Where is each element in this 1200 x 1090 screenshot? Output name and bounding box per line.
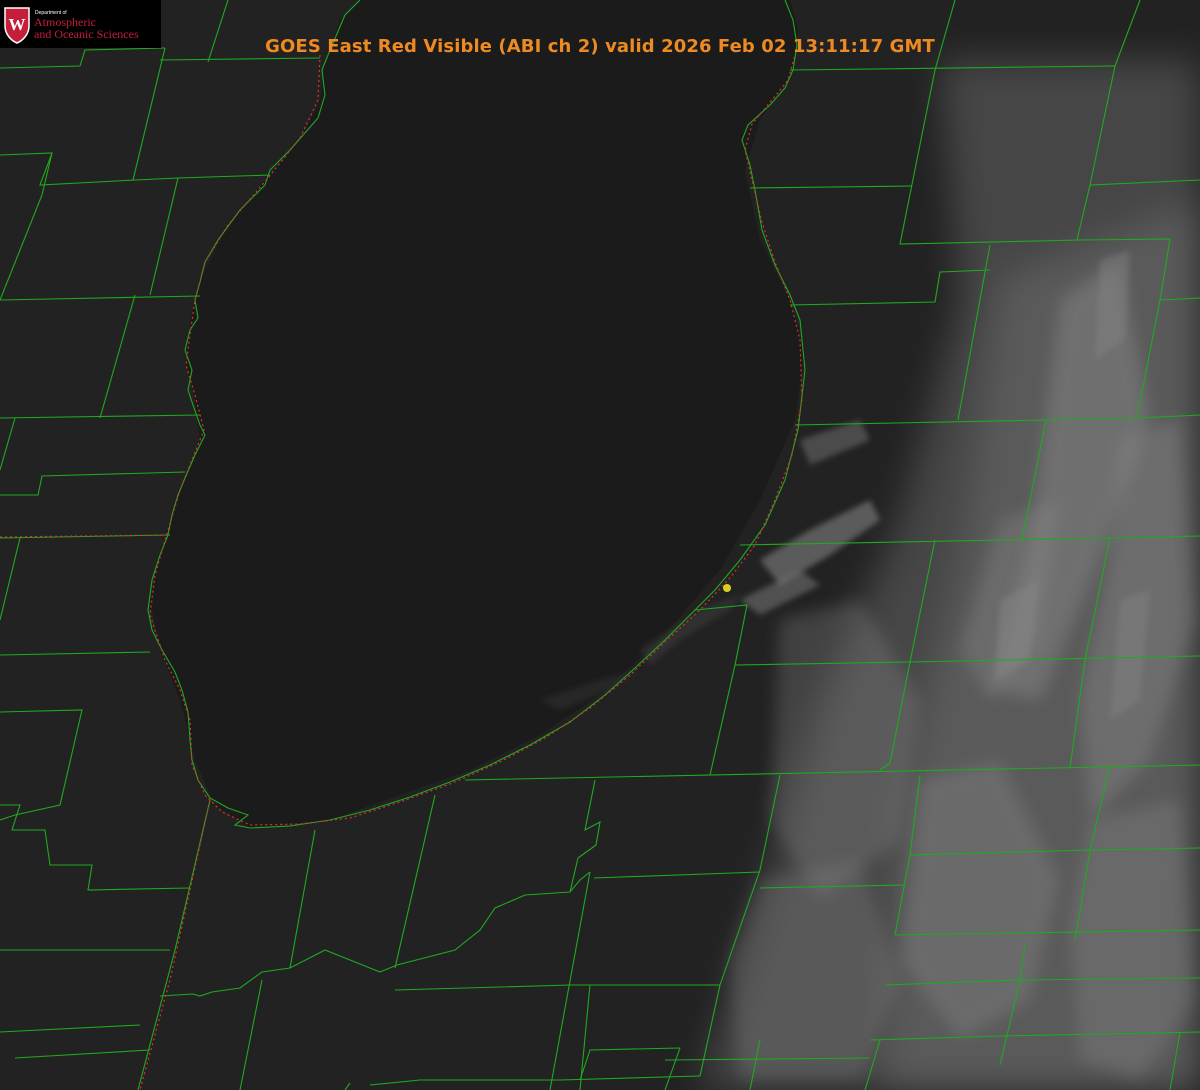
- station-marker: [723, 584, 731, 592]
- satellite-image-map: [0, 0, 1200, 1090]
- image-title: GOES East Red Visible (ABI ch 2) valid 2…: [265, 36, 935, 57]
- svg-text:W: W: [9, 15, 26, 34]
- satellite-viewer: W Department of Atmospheric and Oceanic …: [0, 0, 1200, 1090]
